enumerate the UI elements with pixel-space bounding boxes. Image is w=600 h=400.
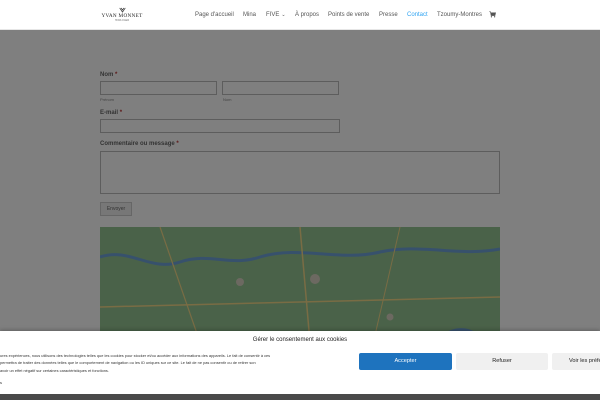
chevron-down-icon: ⌄ [281,12,286,18]
cookie-text-line: avoir un effet négatif sur certaines car… [0,367,109,373]
cookie-banner-title: Gérer le consentement aux cookies [252,337,348,343]
site-header: YVAN MONNET HORLOGER Page d'accueil Mina… [0,0,600,30]
nav-item-five-label: FIVE [266,12,280,18]
nav-item-five[interactable]: FIVE ⌄ [266,11,286,19]
cookie-text-line: ures expériences, nous utilisons des tec… [0,353,271,358]
cookie-consent-banner: Gérer le consentement aux cookies ures e… [0,331,600,394]
nav-item-points-de-vente[interactable]: Points de vente [328,11,369,19]
cart-icon[interactable] [489,11,496,18]
nav-item-tzoumy-montres[interactable]: Tzoumy-Montres [437,11,482,19]
refuse-cookies-button[interactable]: Refuser [456,353,548,370]
cookie-banner-text: ures expériences, nous utilisons des tec… [0,352,352,374]
nav-item-presse[interactable]: Presse [379,11,398,19]
accept-cookies-button[interactable]: Accepter [359,353,452,370]
cookie-text-line: permettra de traiter des données telles … [0,360,256,366]
cookie-policy-link[interactable]: s [0,380,2,385]
nav-item-accueil[interactable]: Page d'accueil [195,11,234,19]
nav-item-contact[interactable]: Contact [407,11,428,19]
main-nav: Page d'accueil Mina FIVE ⌄ À propos Point… [0,11,600,21]
view-preferences-button[interactable]: Voir les préférences [552,353,600,370]
nav-item-mina[interactable]: Mina [243,11,256,19]
page-footer-strip [0,394,600,400]
nav-item-a-propos[interactable]: À propos [295,11,319,19]
